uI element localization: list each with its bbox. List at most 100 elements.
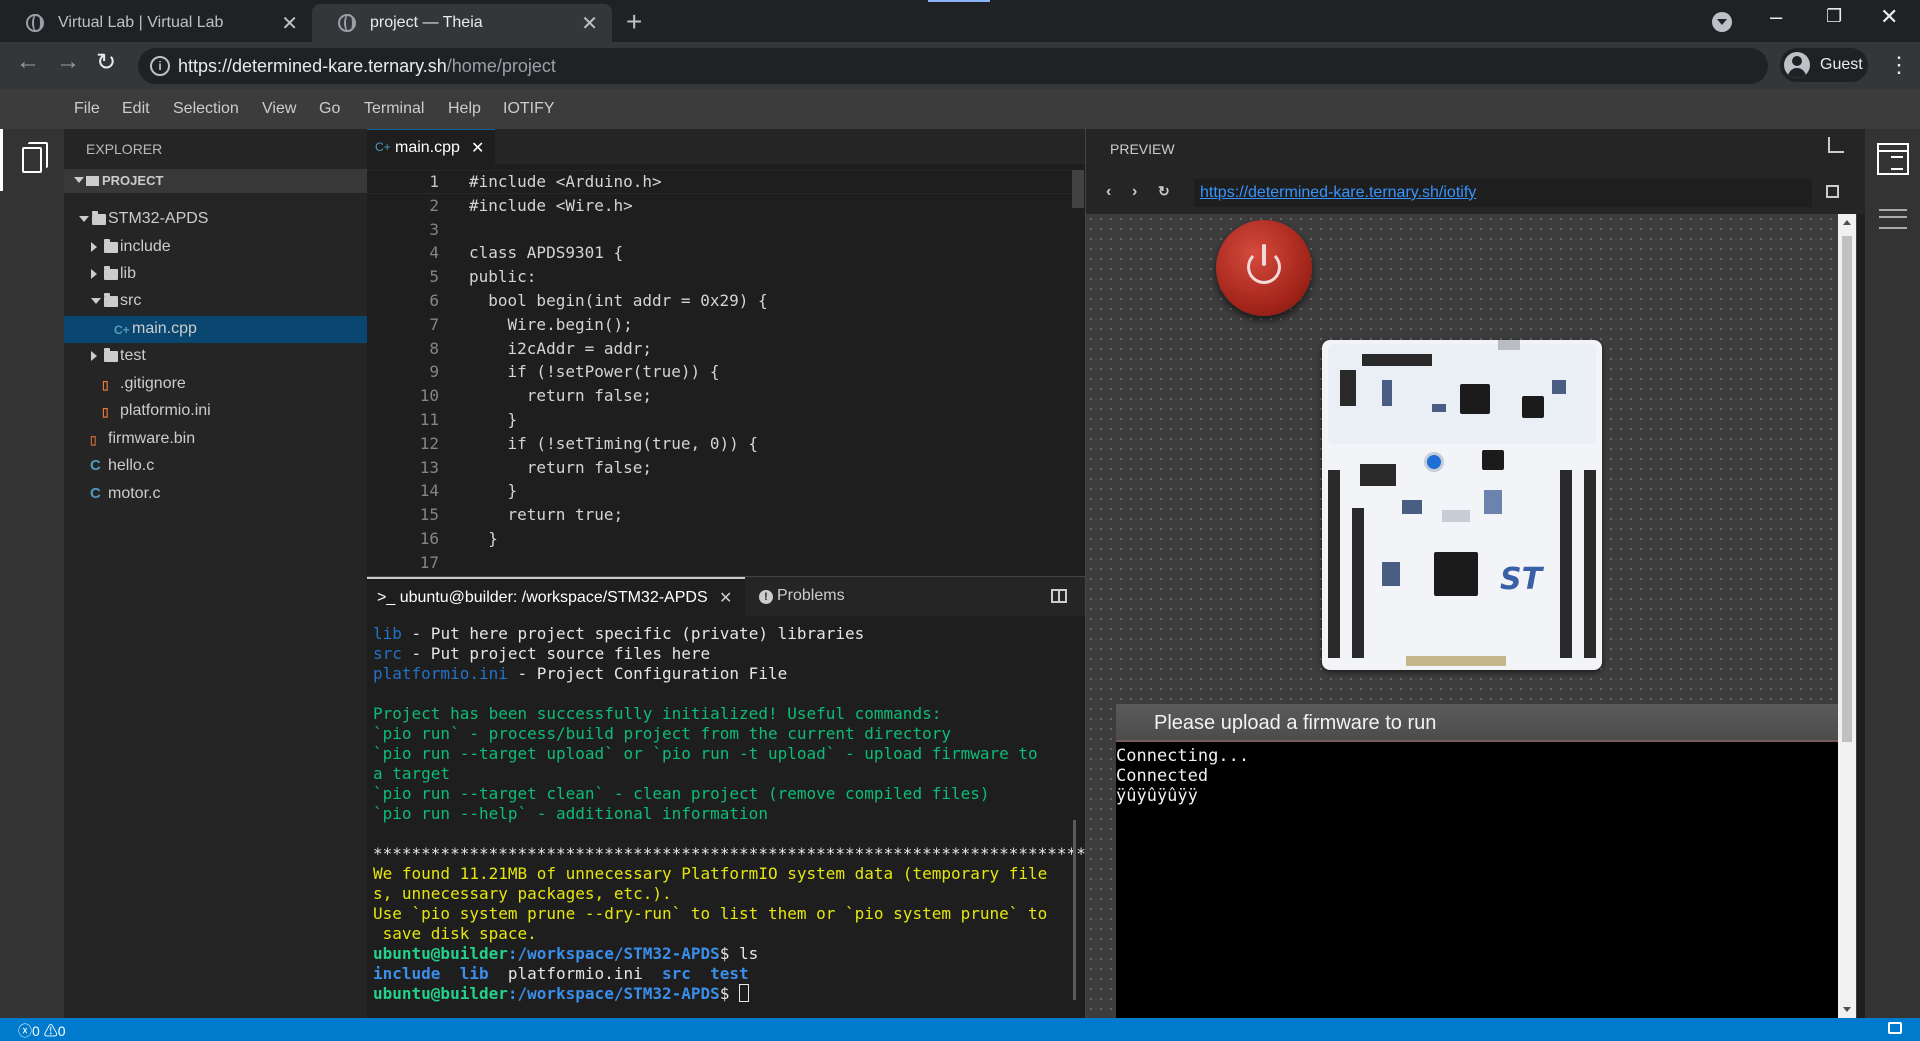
problems-tab[interactable]: ! Problems xyxy=(759,587,845,605)
avatar-icon xyxy=(1784,52,1810,78)
problems-status[interactable]: ⓧ0 ⚠0 xyxy=(18,1021,65,1041)
menu-iotify[interactable]: IOTIFY xyxy=(503,100,555,118)
tree-item[interactable]: lib xyxy=(64,261,367,288)
tree-item-label: .gitignore xyxy=(120,375,186,392)
outline-icon[interactable] xyxy=(1879,209,1907,229)
browser-tab-theia[interactable]: project — Theia ✕ xyxy=(312,4,612,42)
close-tab-icon[interactable]: ✕ xyxy=(581,11,598,36)
code-line: 16 } xyxy=(367,529,1067,553)
code-editor[interactable]: 1 #include <Arduino.h> 2 #include <Wire.h> 3… xyxy=(367,164,1085,574)
upload-message: Please upload a firmware to run xyxy=(1154,712,1437,734)
preview-back-icon[interactable]: ‹ xyxy=(1106,183,1111,201)
close-icon[interactable]: ✕ xyxy=(719,588,732,608)
line-number: 4 xyxy=(429,243,439,263)
menu-selection[interactable]: Selection xyxy=(173,100,239,118)
tree-item-label: main.cpp xyxy=(132,320,197,337)
warning-count: 0 xyxy=(57,1023,66,1039)
code-line: 8 i2cAddr = addr; xyxy=(367,339,1067,363)
terminal-line: src - Put project source files here xyxy=(373,644,711,663)
folder-icon xyxy=(104,293,118,307)
maximize-panel-icon[interactable] xyxy=(1051,589,1067,603)
tree-item[interactable]: C+ main.cpp xyxy=(64,316,367,343)
close-tab-icon[interactable]: ✕ xyxy=(281,11,298,36)
address-bar[interactable]: i https://determined-kare.ternary.sh/hom… xyxy=(138,48,1768,84)
menu-terminal[interactable]: Terminal xyxy=(364,100,424,118)
file-icon: ▯ xyxy=(102,405,109,419)
terminal-scrollbar[interactable] xyxy=(1073,820,1076,1000)
tree-item[interactable]: STM32-APDS xyxy=(64,206,367,233)
terminal-line: lib - Put here project specific (private… xyxy=(373,624,865,643)
code-line: 1 #include <Arduino.h> xyxy=(367,172,1067,196)
activity-bar xyxy=(0,129,64,1018)
problems-tab-label: Problems xyxy=(777,587,845,604)
terminal[interactable]: lib - Put here project specific (private… xyxy=(367,616,1085,1018)
line-number: 13 xyxy=(419,457,439,477)
tree-item[interactable]: ▯ .gitignore xyxy=(64,371,367,398)
project-section-header[interactable]: PROJECT xyxy=(64,169,367,193)
line-number: 17 xyxy=(419,552,439,572)
tree-item[interactable]: test xyxy=(64,343,367,370)
browser-tab-virtual-lab[interactable]: Virtual Lab | Virtual Lab ✕ xyxy=(0,4,312,42)
restore-icon[interactable]: ❐ xyxy=(1826,6,1842,27)
tree-item[interactable]: src xyxy=(64,288,367,315)
tree-item[interactable]: Chello.c xyxy=(64,453,367,480)
preview-forward-icon[interactable]: › xyxy=(1132,183,1137,201)
new-tab-button[interactable]: + xyxy=(626,6,642,38)
line-number: 12 xyxy=(419,433,439,453)
preview-url[interactable]: https://determined-kare.ternary.sh/iotif… xyxy=(1200,184,1476,202)
external-link-icon[interactable] xyxy=(1826,185,1839,198)
menu-help[interactable]: Help xyxy=(448,100,481,118)
terminal-tab-label: >_ ubuntu@builder: /workspace/STM32-APDS xyxy=(377,589,708,606)
globe-icon xyxy=(26,14,44,32)
firmware-status-bar: Please upload a firmware to run xyxy=(1116,704,1838,742)
menu-go[interactable]: Go xyxy=(319,100,340,118)
menu-file[interactable]: File xyxy=(74,100,100,118)
tree-item[interactable]: ▯ firmware.bin xyxy=(64,426,367,453)
forward-icon[interactable]: → xyxy=(56,48,80,76)
profile-button[interactable]: Guest xyxy=(1780,48,1868,82)
preview-scrollbar[interactable] xyxy=(1838,214,1856,1018)
preview-address-bar[interactable]: https://determined-kare.ternary.sh/iotif… xyxy=(1194,179,1812,207)
notifications-icon[interactable] xyxy=(1888,1022,1902,1034)
minimize-icon[interactable]: – xyxy=(1770,4,1782,30)
tree-item[interactable]: Cmotor.c xyxy=(64,481,367,508)
folder-icon xyxy=(104,266,118,280)
menu-edit[interactable]: Edit xyxy=(122,100,150,118)
reload-icon[interactable]: ↻ xyxy=(96,48,116,77)
tree-item[interactable]: ▯ platformio.ini xyxy=(64,398,367,425)
close-window-icon[interactable]: ✕ xyxy=(1880,4,1898,30)
c-file-icon: C xyxy=(90,457,101,474)
folder-icon xyxy=(92,211,106,225)
terminal-tab[interactable]: >_ ubuntu@builder: /workspace/STM32-APDS… xyxy=(367,577,745,616)
binary-file-icon: ▯ xyxy=(90,433,97,447)
line-number: 14 xyxy=(419,481,439,501)
line-number: 5 xyxy=(429,267,439,287)
tab-search-icon[interactable] xyxy=(1712,12,1732,32)
explorer-panel: EXPLORER PROJECT STM32-APDS include lib src… xyxy=(64,129,367,1018)
scroll-down-icon[interactable] xyxy=(1843,1007,1851,1012)
tree-item[interactable]: include xyxy=(64,234,367,261)
editor-tab-bar: C+ main.cpp ✕ xyxy=(367,129,1085,164)
editor-scrollbar[interactable] xyxy=(1072,170,1084,208)
code-line: 7 Wire.begin(); xyxy=(367,315,1067,339)
open-in-new-icon[interactable] xyxy=(1828,137,1844,153)
site-info-icon[interactable]: i xyxy=(150,56,170,76)
back-icon[interactable]: ← xyxy=(16,48,40,76)
menu-view[interactable]: View xyxy=(262,100,296,118)
terminal-line: Use `pio system prune --dry-run` to list… xyxy=(373,904,1048,923)
line-number: 9 xyxy=(429,362,439,382)
explorer-activity-button[interactable] xyxy=(0,129,64,191)
editor-tab-main-cpp[interactable]: C+ main.cpp ✕ xyxy=(367,129,495,164)
power-button[interactable] xyxy=(1216,220,1312,316)
terminal-line: platformio.ini - Project Configuration F… xyxy=(373,664,788,683)
preview-reload-icon[interactable]: ↻ xyxy=(1158,183,1170,200)
preview-panel-icon[interactable] xyxy=(1877,143,1909,175)
close-icon[interactable]: ✕ xyxy=(471,138,484,158)
line-number: 2 xyxy=(429,195,439,215)
browser-menu-icon[interactable]: ⋮ xyxy=(1888,52,1910,78)
terminal-line: ubuntu@builder:/workspace/STM32-APDS$ ls xyxy=(373,944,759,963)
terminal-line: save disk space. xyxy=(373,924,537,943)
code-line: 17 xyxy=(367,553,1067,574)
scroll-up-icon[interactable] xyxy=(1843,220,1851,225)
scroll-thumb[interactable] xyxy=(1842,236,1852,742)
